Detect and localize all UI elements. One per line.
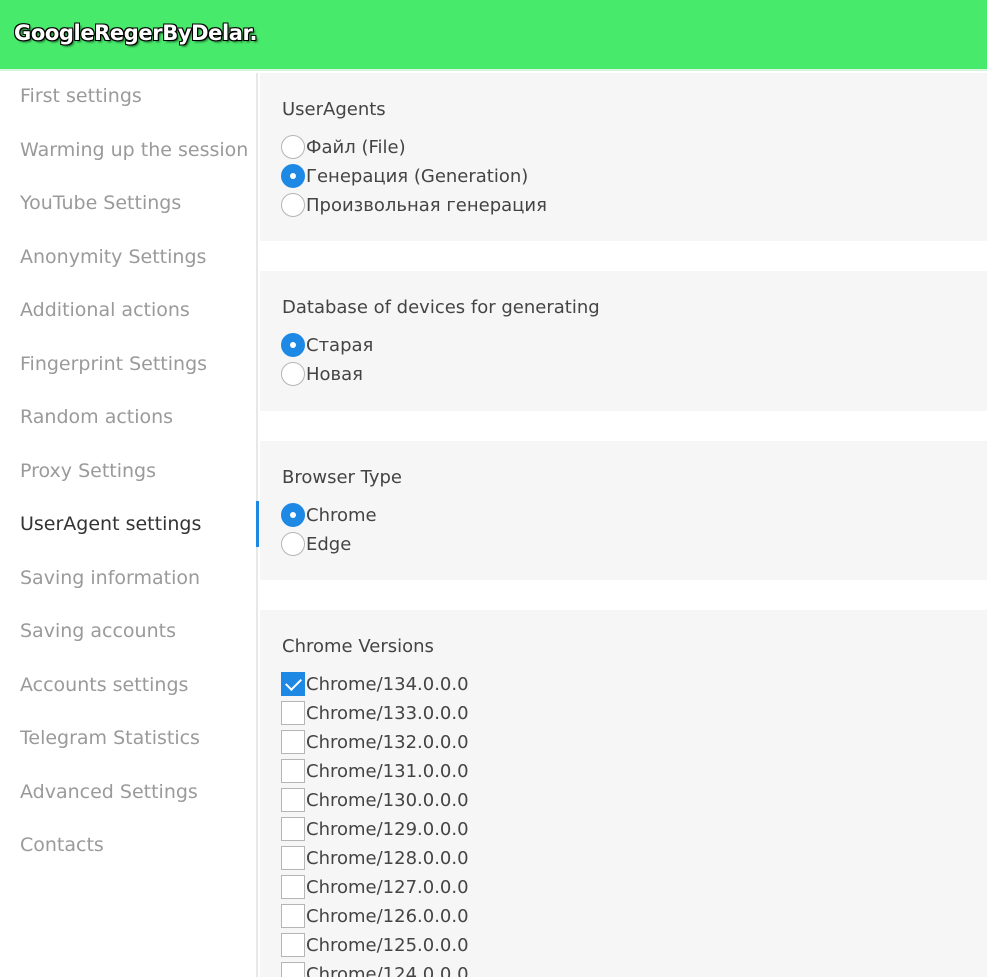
chrome-version-126-checkbox[interactable]: Chrome/126.0.0.0 — [281, 902, 469, 930]
main-content: UserAgents Файл (File) Генерация (Genera… — [260, 73, 987, 977]
option-label: Chrome/134.0.0.0 — [306, 673, 469, 695]
sidebar-item-saving-information[interactable]: Saving information — [0, 555, 258, 601]
active-nav-indicator — [256, 501, 259, 547]
browser-type-panel: Browser Type Chrome Edge — [260, 441, 987, 580]
option-label: Chrome/125.0.0.0 — [306, 934, 469, 956]
sidebar-item-proxy-settings[interactable]: Proxy Settings — [0, 448, 258, 494]
sidebar-item-advanced-settings[interactable]: Advanced Settings — [0, 769, 258, 815]
sidebar-item-additional-actions[interactable]: Additional actions — [0, 287, 258, 333]
sidebar-item-fingerprint-settings[interactable]: Fingerprint Settings — [0, 341, 258, 387]
sidebar-item-contacts[interactable]: Contacts — [0, 822, 258, 868]
useragents-title: UserAgents — [282, 99, 386, 120]
browser-type-title: Browser Type — [282, 467, 403, 488]
sidebar-item-first-settings[interactable]: First settings — [0, 73, 258, 119]
option-label: Генерация (Generation) — [306, 165, 529, 187]
sidebar-item-anonymity-settings[interactable]: Anonymity Settings — [0, 234, 258, 280]
option-label: Chrome/132.0.0.0 — [306, 731, 469, 753]
useragents-option-generation[interactable]: Генерация (Generation) — [281, 162, 528, 190]
sidebar-item-youtube-settings[interactable]: YouTube Settings — [0, 180, 258, 226]
chrome-version-129-checkbox[interactable]: Chrome/129.0.0.0 — [281, 815, 469, 843]
sidebar-item-random-actions[interactable]: Random actions — [0, 394, 258, 440]
chrome-version-124-checkbox[interactable]: Chrome/124.0.0.0 — [281, 960, 469, 977]
option-label: Произвольная генерация — [306, 194, 547, 216]
checkbox-icon[interactable] — [281, 788, 305, 812]
checkbox-icon[interactable] — [281, 904, 305, 928]
app-title: GoogleRegerByDelar. — [14, 21, 258, 45]
option-label: Chrome/133.0.0.0 — [306, 702, 469, 724]
chrome-version-133-checkbox[interactable]: Chrome/133.0.0.0 — [281, 699, 469, 727]
radio-icon[interactable] — [281, 362, 305, 386]
sidebar: First settings Warming up the session Yo… — [0, 73, 258, 977]
chrome-version-125-checkbox[interactable]: Chrome/125.0.0.0 — [281, 931, 469, 959]
checkbox-icon[interactable] — [281, 933, 305, 957]
device-db-panel: Database of devices for generating Стара… — [260, 271, 987, 411]
checkbox-icon[interactable] — [281, 875, 305, 899]
chrome-version-134-checkbox[interactable]: Chrome/134.0.0.0 — [281, 670, 469, 698]
device-db-option-new[interactable]: Новая — [281, 360, 363, 388]
device-db-option-old[interactable]: Старая — [281, 331, 373, 359]
chrome-version-131-checkbox[interactable]: Chrome/131.0.0.0 — [281, 757, 469, 785]
radio-checked-icon[interactable] — [281, 503, 305, 527]
useragents-option-file[interactable]: Файл (File) — [281, 133, 406, 161]
sidebar-item-warming-up[interactable]: Warming up the session — [0, 127, 258, 173]
chrome-versions-title: Chrome Versions — [282, 636, 434, 657]
radio-checked-icon[interactable] — [281, 333, 305, 357]
checkbox-icon[interactable] — [281, 701, 305, 725]
option-label: Старая — [306, 334, 374, 356]
radio-icon[interactable] — [281, 135, 305, 159]
sidebar-item-saving-accounts[interactable]: Saving accounts — [0, 608, 258, 654]
option-label: Edge — [306, 533, 352, 555]
app-header: GoogleRegerByDelar. — [0, 0, 987, 71]
browser-type-option-edge[interactable]: Edge — [281, 530, 351, 558]
checkbox-icon[interactable] — [281, 759, 305, 783]
sidebar-item-telegram-statistics[interactable]: Telegram Statistics — [0, 715, 258, 761]
useragents-panel: UserAgents Файл (File) Генерация (Genera… — [260, 73, 987, 241]
sidebar-item-accounts-settings[interactable]: Accounts settings — [0, 662, 258, 708]
sidebar-item-useragent-settings[interactable]: UserAgent settings — [0, 501, 258, 547]
option-label: Chrome/127.0.0.0 — [306, 876, 469, 898]
chrome-versions-panel: Chrome Versions Chrome/134.0.0.0 Chrome/… — [260, 610, 987, 977]
checkbox-icon[interactable] — [281, 962, 305, 977]
chrome-version-128-checkbox[interactable]: Chrome/128.0.0.0 — [281, 844, 469, 872]
checkbox-icon[interactable] — [281, 846, 305, 870]
option-label: Chrome/124.0.0.0 — [306, 963, 469, 977]
option-label: Chrome/130.0.0.0 — [306, 789, 469, 811]
option-label: Chrome/129.0.0.0 — [306, 818, 469, 840]
device-db-title: Database of devices for generating — [282, 297, 600, 318]
checkbox-checked-icon[interactable] — [281, 672, 305, 696]
checkbox-icon[interactable] — [281, 817, 305, 841]
option-label: Chrome/128.0.0.0 — [306, 847, 469, 869]
radio-checked-icon[interactable] — [281, 164, 305, 188]
radio-icon[interactable] — [281, 193, 305, 217]
chrome-version-127-checkbox[interactable]: Chrome/127.0.0.0 — [281, 873, 469, 901]
option-label: Файл (File) — [306, 136, 406, 158]
radio-icon[interactable] — [281, 532, 305, 556]
option-label: Chrome — [306, 504, 377, 526]
option-label: Новая — [306, 363, 364, 385]
option-label: Chrome/126.0.0.0 — [306, 905, 469, 927]
chrome-version-132-checkbox[interactable]: Chrome/132.0.0.0 — [281, 728, 469, 756]
browser-type-option-chrome[interactable]: Chrome — [281, 501, 377, 529]
useragents-option-random-generation[interactable]: Произвольная генерация — [281, 191, 547, 219]
option-label: Chrome/131.0.0.0 — [306, 760, 469, 782]
chrome-version-130-checkbox[interactable]: Chrome/130.0.0.0 — [281, 786, 469, 814]
checkbox-icon[interactable] — [281, 730, 305, 754]
